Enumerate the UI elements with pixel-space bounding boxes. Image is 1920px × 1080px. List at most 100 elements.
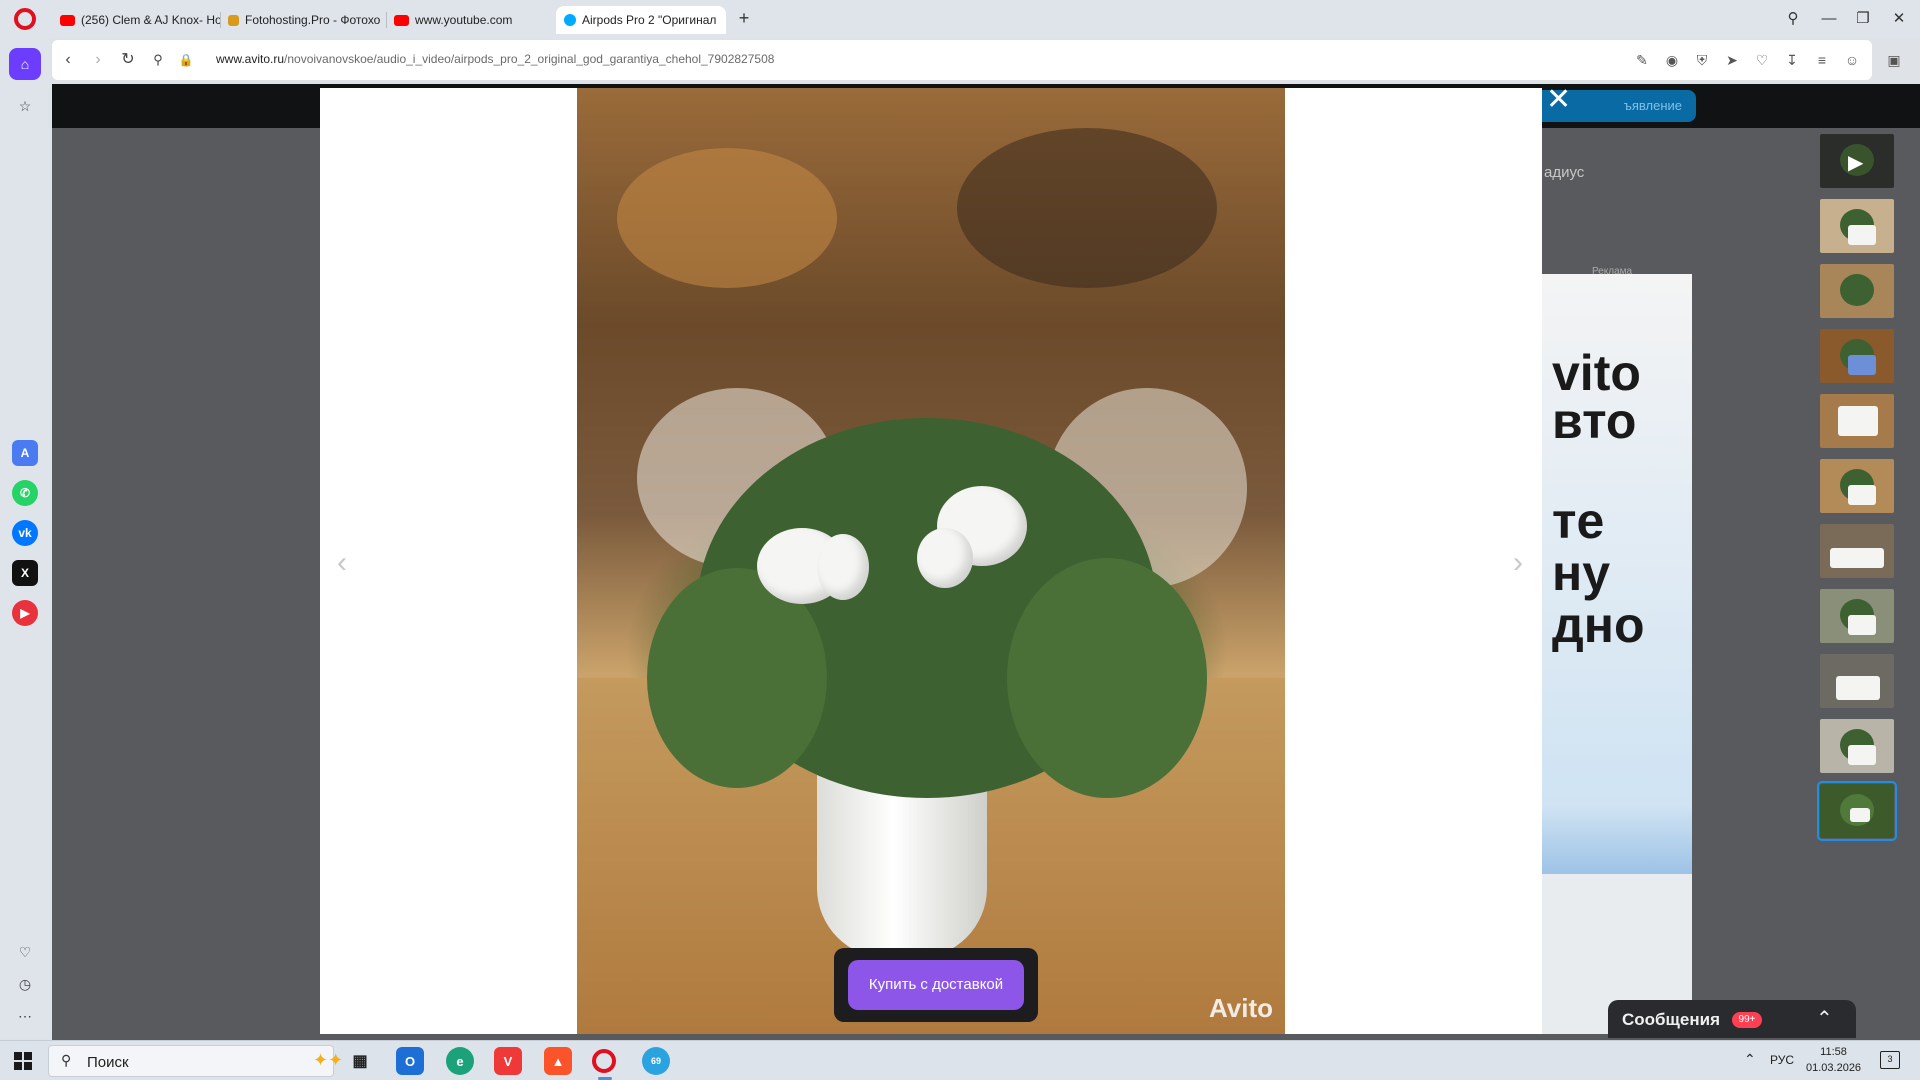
thumbnail[interactable]	[1820, 394, 1894, 448]
brave-icon[interactable]: ▲	[544, 1047, 572, 1075]
vpn-shield-icon[interactable]: ⛨	[1692, 50, 1712, 70]
thumbnail-box	[1848, 355, 1876, 375]
clock-time: 11:58	[1820, 1046, 1847, 1058]
thumbnail-box	[1848, 485, 1876, 505]
language-indicator[interactable]: РУС	[1770, 1053, 1794, 1067]
youtube-icon	[60, 14, 75, 26]
tab-title: Fotohosting.Pro - Фотохо	[245, 13, 381, 27]
more-icon[interactable]: ⋯	[9, 1000, 41, 1032]
cube-extension-icon[interactable]: ▣	[1884, 50, 1904, 70]
download-icon[interactable]: ↧	[1782, 50, 1802, 70]
url-path: /novoivanovskoe/audio_i_video/airpods_pr…	[284, 52, 775, 66]
notification-count: 3	[1887, 1054, 1893, 1064]
airpod-right-tip	[917, 528, 973, 588]
airpod-left-tip	[817, 534, 869, 600]
search-radius-text: адиус	[1544, 164, 1585, 181]
minimize-button[interactable]: —	[1818, 8, 1840, 30]
play-icon: ▶	[1848, 152, 1864, 174]
vk-icon[interactable]: vk	[12, 520, 38, 546]
edge-icon[interactable]: e	[446, 1047, 474, 1075]
lock-icon[interactable]: 🔒	[176, 50, 196, 70]
tab-bar: (256) Clem & AJ Knox- Ho Fotohosting.Pro…	[0, 0, 1920, 38]
whatsapp-icon[interactable]: ✆	[12, 480, 38, 506]
thumbnail[interactable]	[1820, 329, 1894, 383]
camera-icon[interactable]: ◉	[1662, 50, 1682, 70]
avito-icon	[564, 14, 576, 26]
heart-icon[interactable]: ♡	[9, 936, 41, 968]
messages-widget[interactable]: Сообщения 99+ ⌃	[1608, 1000, 1856, 1038]
messages-badge: 99+	[1732, 1012, 1762, 1028]
aria-icon[interactable]: A	[12, 440, 38, 466]
opera-taskbar-icon[interactable]	[592, 1049, 616, 1073]
youtube-icon	[394, 14, 409, 26]
vivaldi-icon[interactable]: V	[494, 1047, 522, 1075]
profile-icon[interactable]: ☺	[1842, 50, 1862, 70]
thumbnail-box	[1848, 615, 1876, 635]
favorite-heart-icon[interactable]: ♡	[1752, 50, 1772, 70]
thumbnail-video[interactable]: ▶	[1820, 134, 1894, 188]
new-tab-button[interactable]: +	[734, 8, 754, 28]
windows-start-icon[interactable]	[14, 1052, 32, 1070]
thumbnail[interactable]	[1820, 524, 1894, 578]
reload-icon[interactable]: ↻	[118, 50, 138, 70]
telegram-icon[interactable]: 69	[642, 1047, 670, 1075]
thumbnail-box	[1848, 225, 1876, 245]
thumbnail[interactable]	[1820, 654, 1894, 708]
url-field[interactable]: www.avito.ru/novoivanovskoe/audio_i_vide…	[216, 52, 774, 66]
prev-photo-arrow[interactable]: ‹	[330, 543, 354, 583]
url-host: www.avito.ru	[216, 52, 285, 66]
next-photo-arrow[interactable]: ›	[1506, 543, 1530, 583]
search-placeholder: Поиск	[87, 1054, 129, 1071]
ad-text-line: дно	[1552, 597, 1645, 653]
search-tabs-icon[interactable]: ⚲	[1782, 8, 1804, 30]
photo-texture	[617, 148, 837, 288]
home-icon[interactable]: ⌂	[9, 48, 41, 80]
thumbnail-box	[1848, 745, 1876, 765]
outlook-icon[interactable]: O	[396, 1047, 424, 1075]
tray-chevron-icon[interactable]: ⌃	[1744, 1051, 1756, 1068]
x-icon[interactable]: X	[12, 560, 38, 586]
edit-icon[interactable]: ✎	[1632, 50, 1652, 70]
chevron-up-icon[interactable]: ⌃	[1816, 1006, 1833, 1031]
thumbnail[interactable]	[1820, 589, 1894, 643]
gallery-lightbox: Avito ‹ ›	[320, 88, 1542, 1034]
opera-logo-icon[interactable]	[14, 8, 36, 30]
notification-center-icon[interactable]: 3	[1880, 1051, 1900, 1069]
thumbnail-selected[interactable]	[1817, 781, 1897, 841]
close-window-button[interactable]: ✕	[1888, 8, 1910, 30]
history-icon[interactable]: ◷	[9, 968, 41, 1000]
send-icon[interactable]: ➤	[1722, 50, 1742, 70]
windows-taskbar: ⚲ Поиск ✦✦ ▦ O e V ▲ 69 ⌃ РУС 11:58 01.0…	[0, 1040, 1920, 1080]
address-bar: ‹ › ↻ ⚲ 🔒 www.avito.ru/novoivanovskoe/au…	[52, 40, 1872, 80]
music-icon[interactable]: ▶	[12, 600, 38, 626]
sparkle-icon: ✦✦	[313, 1050, 344, 1070]
thumbnail[interactable]	[1820, 459, 1894, 513]
thumbnail-box	[1836, 676, 1880, 700]
tab-youtube[interactable]: www.youtube.com	[386, 6, 554, 34]
bookmarks-star-icon[interactable]: ☆	[9, 90, 41, 122]
thumbnail[interactable]	[1820, 264, 1894, 318]
clock[interactable]: 11:58 01.03.2026	[1806, 1044, 1861, 1076]
tab-fotohosting[interactable]: Fotohosting.Pro - Фотохо	[220, 6, 386, 34]
tab-avito-active[interactable]: Airpods Pro 2 "Оригинал	[556, 6, 726, 34]
taskbar-search[interactable]: ⚲ Поиск ✦✦	[48, 1045, 343, 1077]
back-icon[interactable]: ‹	[58, 50, 78, 70]
location-pin-icon[interactable]: ⚲	[148, 50, 168, 70]
forward-icon[interactable]: ›	[88, 50, 108, 70]
task-view-icon[interactable]: ▦	[346, 1047, 374, 1075]
close-gallery-button[interactable]: ✕	[1546, 85, 1571, 115]
tab-youtube-video[interactable]: (256) Clem & AJ Knox- Ho	[52, 6, 220, 34]
restore-button[interactable]: ❐	[1852, 8, 1874, 30]
messages-label: Сообщения	[1622, 1010, 1720, 1029]
buy-with-delivery-button[interactable]: Купить с доставкой	[848, 960, 1024, 1010]
fotohosting-icon	[228, 14, 239, 26]
product-photo[interactable]: Avito	[577, 88, 1285, 1034]
thumbnail[interactable]	[1820, 199, 1894, 253]
search-icon: ⚲	[61, 1052, 72, 1068]
thumbnail[interactable]	[1820, 719, 1894, 773]
ad-text-line: те	[1552, 493, 1605, 549]
thumbnail-box	[1830, 548, 1884, 568]
clock-date: 01.03.2026	[1806, 1062, 1862, 1074]
easy-setup-icon[interactable]: ≡	[1812, 50, 1832, 70]
buy-panel: Купить с доставкой	[834, 948, 1038, 1022]
